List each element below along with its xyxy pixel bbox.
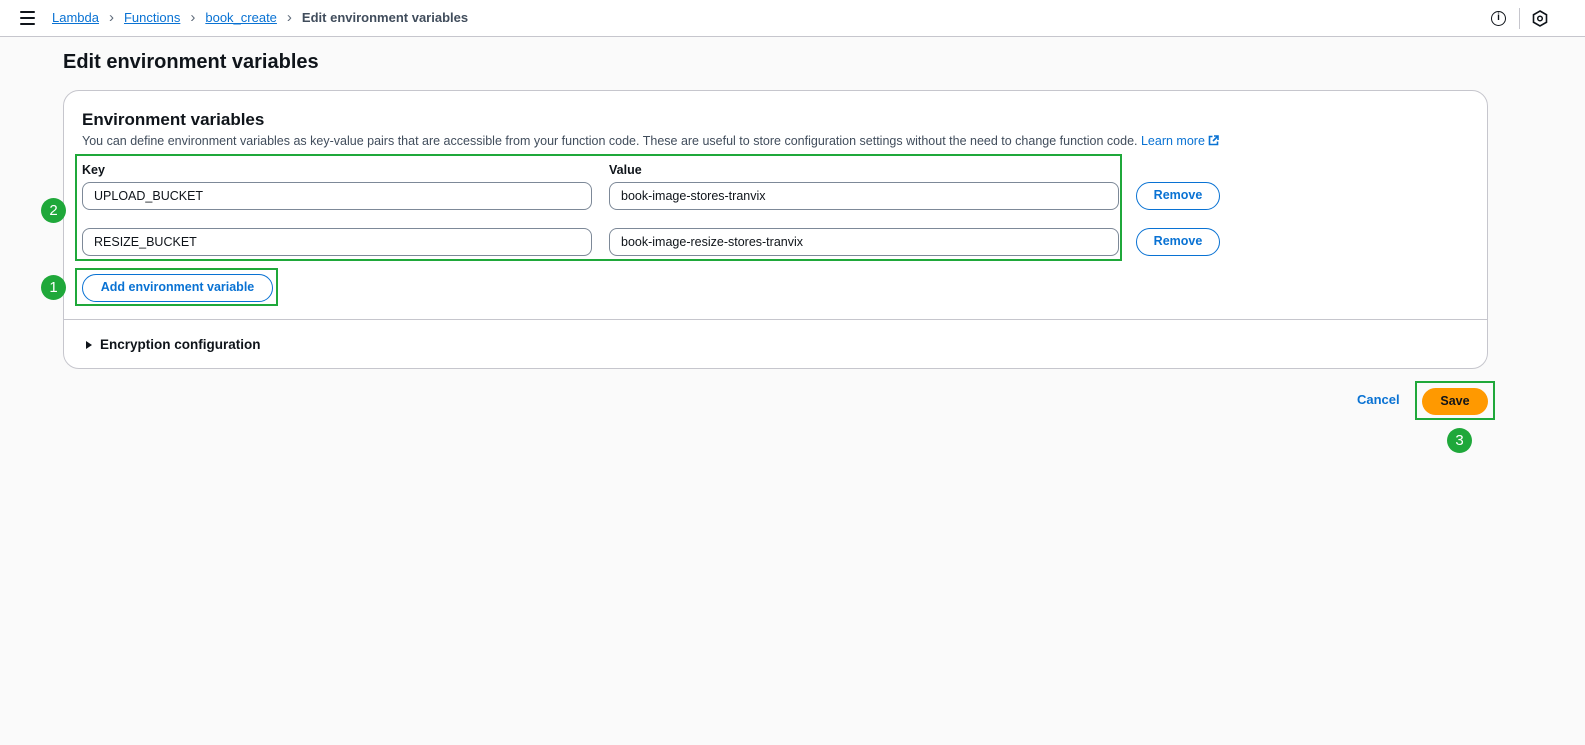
encryption-configuration-label: Encryption configuration [100,337,261,352]
hexagon-icon[interactable] [1532,10,1548,27]
annotation-badge-2: 2 [41,198,66,223]
remove-button-1[interactable]: Remove [1136,182,1220,210]
breadcrumb-lambda[interactable]: Lambda [52,10,99,26]
breadcrumb-current-page: Edit environment variables [301,10,469,25]
breadcrumb: Lambda › Functions › book_create › Edit … [52,10,468,26]
breadcrumb-functions[interactable]: Functions [124,10,180,26]
top-navigation-bar: Lambda › Functions › book_create › Edit … [0,0,1585,37]
value-column-label: Value [609,163,642,177]
chevron-right-icon: › [108,9,114,26]
add-environment-variable-button[interactable]: Add environment variable [82,274,273,302]
section-divider [64,319,1487,320]
description-text: You can define environment variables as … [82,134,1138,148]
breadcrumb-function-name[interactable]: book_create [205,10,277,26]
chevron-right-icon: › [190,9,196,26]
toolbar-divider [1519,8,1520,29]
section-heading: Environment variables [82,110,265,129]
save-button[interactable]: Save [1422,388,1488,415]
key-column-label: Key [82,163,105,177]
env-value-input-1[interactable]: book-image-stores-tranvix [609,182,1119,210]
env-key-input-2[interactable]: RESIZE_BUCKET [82,228,592,256]
learn-more-label[interactable]: Learn more [1141,134,1205,148]
env-key-input-1[interactable]: UPLOAD_BUCKET [82,182,592,210]
learn-more-link[interactable]: Learn more [1141,134,1219,148]
cancel-button[interactable]: Cancel [1357,392,1400,408]
environment-variables-panel: Environment variables You can define env… [63,90,1488,369]
external-link-icon [1208,135,1219,146]
section-description: You can define environment variables as … [82,133,1219,149]
annotation-badge-1: 1 [41,275,66,300]
page-title: Edit environment variables [63,51,319,73]
encryption-configuration-expander[interactable]: Encryption configuration [86,337,261,352]
hamburger-menu-icon[interactable] [20,11,35,25]
info-icon[interactable]: i [1491,11,1506,26]
chevron-right-icon: › [286,9,292,26]
env-value-input-2[interactable]: book-image-resize-stores-tranvix [609,228,1119,256]
caret-right-icon [86,340,92,349]
remove-button-2[interactable]: Remove [1136,228,1220,256]
annotation-badge-3: 3 [1447,428,1472,453]
